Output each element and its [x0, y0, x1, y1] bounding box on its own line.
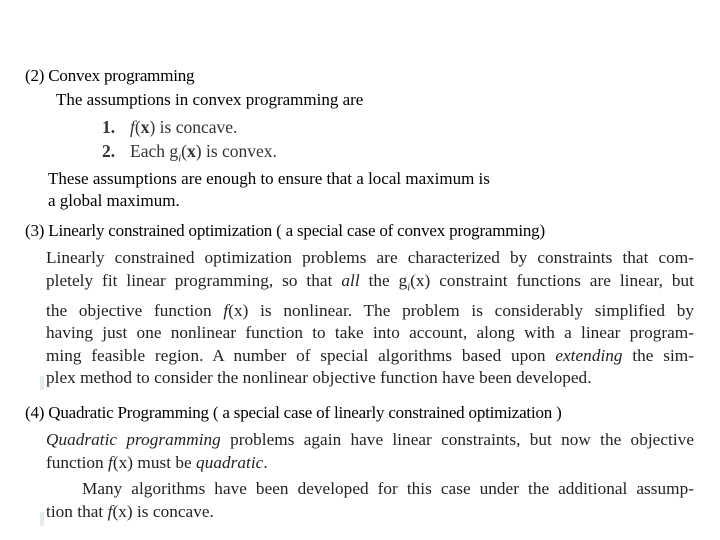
excerpt-line: Linearly constrained optimization proble… — [46, 248, 694, 267]
text: pletely fit linear programming, so that — [46, 270, 342, 290]
excerpt-line: tion that f(x) is concave. — [46, 501, 694, 524]
section-2-heading: (2) Convex programming — [25, 66, 195, 85]
conclusion-line-1: These assumptions are enough to ensure t… — [48, 169, 490, 188]
scan-artifact — [40, 512, 44, 526]
excerpt-line: having just one nonlinear function to ta… — [46, 323, 694, 343]
assumption-2-number: 2. — [102, 141, 116, 161]
text: problems again have linear constraints, … — [220, 430, 694, 449]
excerpt-line: plex method to consider the nonlinear ob… — [46, 368, 592, 388]
emphasis: all — [341, 270, 360, 290]
text: (x) is nonlinear. The problem is conside… — [228, 300, 694, 320]
assumption-2: 2. Each gi(x) is convex. — [102, 141, 277, 165]
emphasis: extending — [555, 345, 623, 365]
text: tion that — [46, 501, 108, 521]
section-4-excerpt: Quadratic programming problems again hav… — [46, 429, 694, 523]
text: (x) must be — [112, 452, 197, 472]
text: (x) constraint functions are linear, but — [410, 270, 694, 290]
conclusion-line-2: a global maximum. — [48, 191, 180, 210]
text: the g — [359, 270, 408, 290]
assumption-1: 1. f(x) is concave. — [102, 117, 237, 138]
text: function — [46, 452, 109, 472]
section-4-heading: (4) Quadratic Programming ( a special ca… — [25, 403, 562, 422]
excerpt-line: ming feasible region. A number of specia… — [46, 345, 694, 368]
text: the objective function — [46, 300, 224, 320]
excerpt-line: Quadratic programming problems again hav… — [46, 429, 694, 452]
excerpt-line: Many algorithms have been developed for … — [82, 479, 694, 499]
scan-artifact — [40, 376, 44, 390]
text: the sim- — [622, 345, 694, 365]
assumption-1-text: ) is concave. — [149, 117, 238, 137]
excerpt-line: function f(x) must be quadratic. — [46, 452, 694, 475]
assumption-2-text: ) is convex. — [195, 141, 277, 161]
excerpt-line: the objective function f(x) is nonlinear… — [46, 300, 694, 323]
emphasis: quadratic — [196, 452, 264, 472]
assumption-2-pre: Each g — [130, 141, 179, 161]
assumption-1-number: 1. — [102, 117, 116, 137]
assumption-2-var: x — [187, 141, 196, 161]
text: (x) is concave. — [112, 501, 214, 521]
text: ming feasible region. A number of specia… — [46, 345, 556, 365]
excerpt-line: pletely fit linear programming, so that … — [46, 270, 694, 300]
section-3-heading: (3) Linearly constrained optimization ( … — [25, 221, 545, 240]
text: . — [263, 452, 268, 472]
section-2-intro: The assumptions in convex programming ar… — [56, 90, 364, 109]
section-2-conclusion: These assumptions are enough to ensure t… — [48, 168, 490, 212]
slide: (2) Convex programming The assumptions i… — [0, 0, 720, 540]
emphasis: Quadratic programming — [46, 430, 221, 449]
section-3-excerpt: Linearly constrained optimization proble… — [46, 247, 694, 390]
